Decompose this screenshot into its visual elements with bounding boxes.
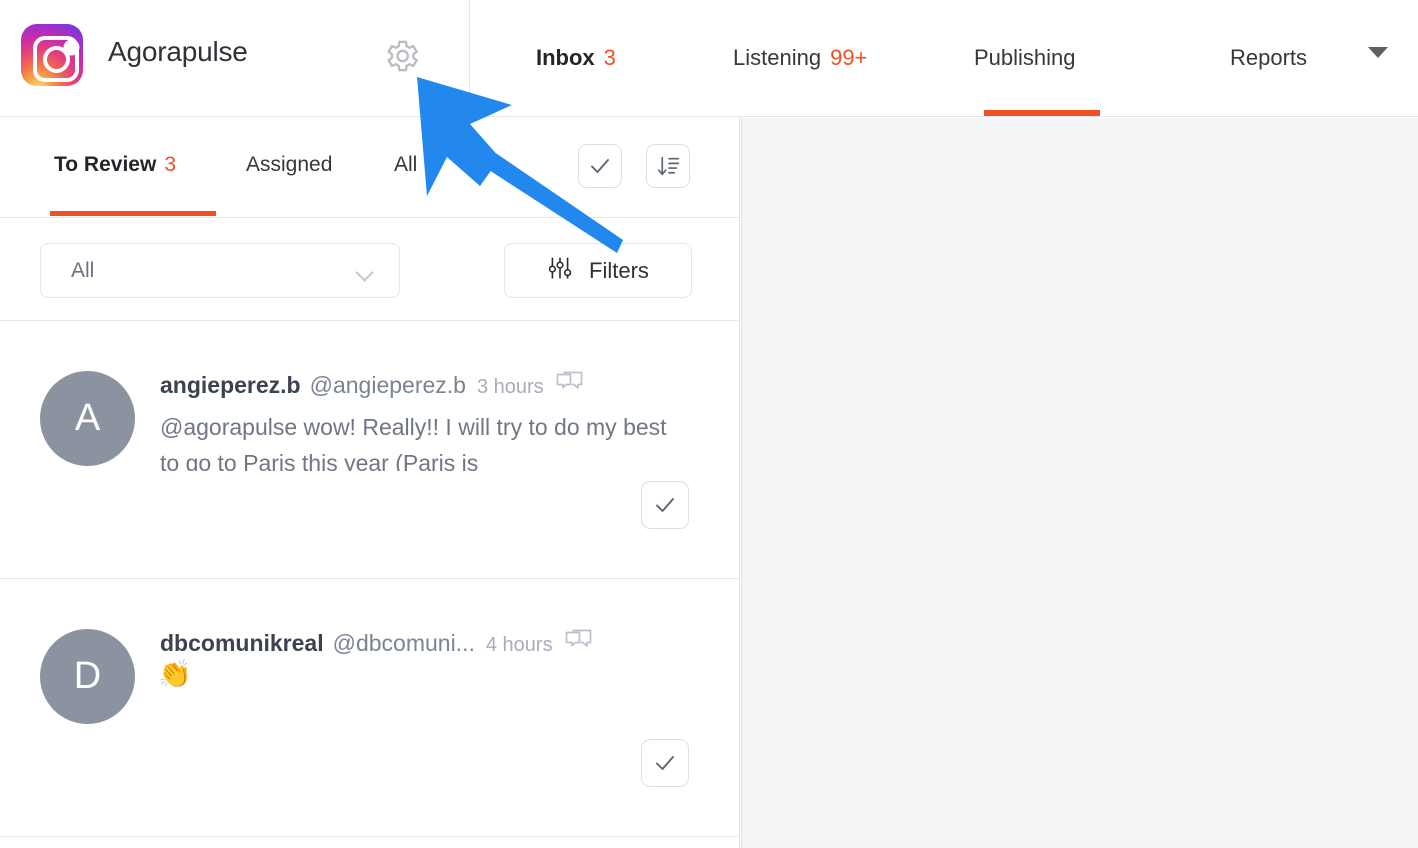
message-author-handle: @angieperez.b xyxy=(309,372,466,398)
nav-badge-listening: 99+ xyxy=(830,45,868,70)
nav-active-underline xyxy=(984,110,1100,116)
chevron-down-icon xyxy=(355,263,374,282)
list-item[interactable]: A angieperez.b @angieperez.b 3 hours @ag… xyxy=(0,321,739,579)
message-author-handle: @dbcomuni... xyxy=(332,630,475,656)
nav-item-reports[interactable]: Reports xyxy=(1230,40,1307,76)
filters-label: Filters xyxy=(589,257,649,283)
message-list: A angieperez.b @angieperez.b 3 hours @ag… xyxy=(0,321,739,837)
main-nav: Inbox 3 Listening 99+ Publishing Reports xyxy=(470,0,1418,116)
tab-label-to-review: To Review xyxy=(54,153,157,176)
message-header: dbcomunikreal @dbcomuni... 4 hours xyxy=(160,626,700,660)
nav-item-inbox[interactable]: Inbox 3 xyxy=(536,40,616,76)
app-root: Agorapulse Inbox 3 Listening 99+ Publish… xyxy=(0,0,1418,848)
brand-area: Agorapulse xyxy=(0,0,470,117)
profile-select[interactable]: All xyxy=(40,243,400,298)
filters-button[interactable]: Filters xyxy=(504,243,692,298)
nav-item-publishing[interactable]: Publishing xyxy=(974,40,1076,76)
profile-select-value: All xyxy=(71,259,95,282)
tab-to-review[interactable]: To Review 3 xyxy=(54,149,176,181)
nav-badge-inbox: 3 xyxy=(603,45,616,70)
message-emoji: 👏 xyxy=(158,659,192,689)
comment-bubble-icon xyxy=(565,629,592,659)
top-bar: Agorapulse Inbox 3 Listening 99+ Publish… xyxy=(0,0,1418,117)
list-item[interactable]: D dbcomunikreal @dbcomuni... 4 hours 👏 xyxy=(0,579,739,837)
tab-label-all: All xyxy=(394,153,418,176)
nav-label-reports: Reports xyxy=(1230,45,1308,70)
message-timestamp: 3 hours xyxy=(476,376,544,398)
tab-label-assigned: Assigned xyxy=(246,153,333,176)
message-body: @agorapulse wow! Really!! I will try to … xyxy=(160,414,667,471)
inbox-left-column: To Review 3 Assigned All All Filters A a… xyxy=(0,117,740,848)
tab-all[interactable]: All xyxy=(394,149,417,181)
chevron-down-icon[interactable] xyxy=(1368,47,1388,58)
check-icon[interactable] xyxy=(641,481,689,529)
check-icon[interactable] xyxy=(578,144,622,188)
gear-icon[interactable] xyxy=(378,33,423,78)
sort-descending-icon[interactable] xyxy=(646,144,690,188)
nav-item-listening[interactable]: Listening 99+ xyxy=(733,40,867,76)
nav-label-listening: Listening xyxy=(733,45,822,70)
check-icon[interactable] xyxy=(641,739,689,787)
inbox-subtabs: To Review 3 Assigned All xyxy=(0,117,739,218)
tab-badge-to-review: 3 xyxy=(164,153,176,176)
conversation-detail-panel xyxy=(741,118,1418,848)
nav-label-inbox: Inbox xyxy=(536,45,595,70)
avatar: D xyxy=(40,629,135,724)
nav-label-publishing: Publishing xyxy=(974,45,1076,70)
brand-name: Agorapulse xyxy=(108,36,248,67)
message-author-name: dbcomunikreal xyxy=(160,630,324,656)
avatar: A xyxy=(40,371,135,466)
sliders-icon xyxy=(547,255,573,286)
message-timestamp: 4 hours xyxy=(485,634,553,656)
message-author-name: angieperez.b xyxy=(160,372,301,398)
message-header: angieperez.b @angieperez.b 3 hours xyxy=(160,368,700,402)
instagram-logo-icon xyxy=(21,24,83,86)
comment-bubble-icon xyxy=(556,371,583,401)
tab-assigned[interactable]: Assigned xyxy=(246,149,332,181)
tab-active-underline xyxy=(50,211,216,216)
filter-row: All Filters xyxy=(0,218,739,321)
